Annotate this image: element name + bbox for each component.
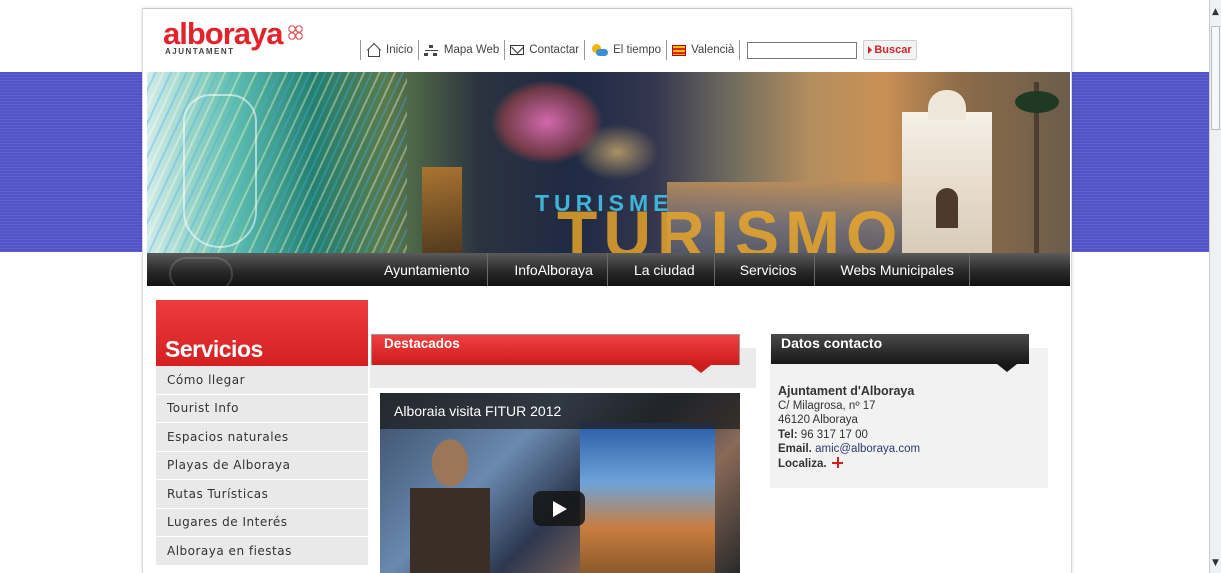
- topnav-label: Inicio: [386, 44, 413, 56]
- topnav-mapa-web[interactable]: Mapa Web: [422, 43, 501, 57]
- sidebar-item-como-llegar[interactable]: Cómo llegar: [156, 366, 368, 395]
- top-navigation: Inicio Mapa Web Contactar El tiempo Vale…: [357, 39, 917, 61]
- logo-mark-icon: [287, 25, 303, 40]
- play-icon[interactable]: [533, 491, 585, 526]
- divider: [417, 40, 419, 60]
- weather-icon: [590, 43, 609, 57]
- nav-decoration: [169, 257, 233, 291]
- mainnav-la-ciudad[interactable]: La ciudad: [608, 253, 714, 286]
- sidebar-item-playas[interactable]: Playas de Alboraya: [156, 451, 368, 480]
- sidebar-header: Servicios: [156, 300, 368, 366]
- mainnav-ayuntamiento[interactable]: Ayuntamiento: [373, 253, 487, 286]
- contact-details: Ajuntament d'Alboraya C/ Milagrosa, nº 1…: [778, 384, 920, 471]
- mainnav-label: Ayuntamiento: [384, 261, 470, 278]
- sidebar: Servicios Cómo llegar Tourist Info Espac…: [156, 300, 368, 573]
- banner-title-large: TURISMO: [557, 197, 904, 253]
- sitemap-icon: [423, 43, 439, 57]
- contact-org: Ajuntament d'Alboraya: [778, 384, 915, 398]
- mainnav-webs-municipales[interactable]: Webs Municipales: [815, 253, 968, 286]
- arrow-right-icon: [868, 46, 873, 54]
- contact-city: 46120 Alboraya: [778, 414, 858, 426]
- destacados-section: Destacados Alboraia visita FITUR 2012: [370, 330, 756, 573]
- contact-title: Datos contacto: [781, 335, 883, 351]
- sidebar-item-espacios-naturales[interactable]: Espacios naturales: [156, 423, 368, 452]
- sidebar-item-label: Rutas Turísticas: [167, 486, 269, 501]
- banner-palm-tree: [1002, 82, 1070, 253]
- topnav-contactar[interactable]: Contactar: [508, 44, 581, 56]
- sidebar-item-tourist-info[interactable]: Tourist Info: [156, 394, 368, 423]
- video-title: Alboraia visita FITUR 2012: [394, 403, 562, 419]
- contact-phone: Tel: 96 317 17 00: [778, 428, 920, 443]
- home-icon: [366, 43, 381, 57]
- flag-icon: [672, 44, 687, 56]
- divider: [360, 40, 361, 60]
- scroll-up-icon[interactable]: ▲: [1211, 6, 1220, 18]
- contact-address: C/ Milagrosa, nº 17: [778, 399, 876, 412]
- sidebar-item-label: Playas de Alboraya: [167, 458, 291, 473]
- topnav-inicio[interactable]: Inicio: [364, 43, 415, 57]
- banner-chapel: [902, 90, 992, 253]
- contact-locate: Localiza.: [778, 456, 920, 472]
- email-link[interactable]: amic@alboraya.com: [815, 443, 920, 455]
- search-button-label: Buscar: [874, 44, 912, 56]
- mainnav-servicios[interactable]: Servicios: [715, 253, 815, 286]
- destacados-title: Destacados: [384, 336, 460, 351]
- video-player[interactable]: Alboraia visita FITUR 2012: [380, 393, 740, 573]
- logo-text: alboraya: [163, 16, 284, 51]
- scroll-down-icon[interactable]: ▼: [1211, 557, 1220, 569]
- town-seal-icon: [183, 94, 257, 248]
- search-button[interactable]: Buscar: [863, 40, 917, 60]
- mainnav-infoalboraya[interactable]: InfoAlboraya: [488, 253, 607, 286]
- video-scene-person: [410, 433, 490, 573]
- phone-value: 96 317 17 00: [800, 428, 868, 441]
- video-title-bar[interactable]: Alboraia visita FITUR 2012: [380, 393, 740, 429]
- sidebar-item-fiestas[interactable]: Alboraya en fiestas: [156, 537, 368, 566]
- banner-building: [422, 167, 462, 253]
- search-input[interactable]: [747, 41, 858, 59]
- divider: [504, 40, 506, 60]
- mainnav-label: InfoAlboraya: [514, 261, 593, 278]
- tab-notch: [691, 365, 711, 373]
- email-label: Email.: [778, 443, 812, 455]
- mainnav-label: Servicios: [739, 261, 797, 278]
- topnav-label: El tiempo: [613, 44, 662, 56]
- topnav-label: Mapa Web: [443, 44, 500, 56]
- main-navigation: Ayuntamiento InfoAlboraya La ciudad Serv…: [147, 253, 1070, 291]
- sidebar-item-label: Alboraya en fiestas: [167, 543, 292, 558]
- topnav-el-tiempo[interactable]: El tiempo: [588, 43, 663, 57]
- divider: [584, 40, 586, 60]
- topnav-valencia[interactable]: Valencià: [670, 44, 736, 56]
- sidebar-menu: Cómo llegar Tourist Info Espacios natura…: [156, 366, 368, 566]
- sidebar-item-label: Espacios naturales: [167, 429, 289, 444]
- divider: [739, 40, 741, 60]
- header-banner: TURISME TURISMO: [147, 72, 1070, 253]
- page-container: alboraya AJUNTAMENT Inicio Mapa Web Cont…: [142, 8, 1072, 573]
- phone-label: Tel:: [778, 428, 798, 441]
- mainnav-label: Webs Municipales: [840, 261, 954, 278]
- sidebar-title: Servicios: [165, 336, 263, 362]
- scrollbar-thumb[interactable]: [1211, 26, 1220, 130]
- sidebar-item-label: Lugares de Interés: [167, 515, 288, 530]
- site-logo[interactable]: alboraya AJUNTAMENT: [163, 16, 303, 56]
- destacados-header: Destacados: [371, 334, 740, 373]
- sidebar-item-rutas[interactable]: Rutas Turísticas: [156, 480, 368, 509]
- contact-email: Email. amic@alboraya.com: [778, 442, 920, 457]
- mail-icon: [510, 45, 525, 55]
- sidebar-item-label: Tourist Info: [167, 401, 239, 416]
- tab-notch: [997, 364, 1017, 372]
- contact-header: Datos contacto: [771, 334, 1029, 372]
- mainnav-label: La ciudad: [633, 261, 695, 278]
- sidebar-item-label: Cómo llegar: [167, 372, 246, 387]
- topnav-label: Valencià: [691, 44, 735, 56]
- locate-map-icon[interactable]: [831, 456, 843, 468]
- divider: [968, 253, 970, 286]
- contact-section: Datos contacto Ajuntament d'Alboraya C/ …: [770, 330, 1048, 490]
- site-header: alboraya AJUNTAMENT Inicio Mapa Web Cont…: [143, 8, 1071, 73]
- video-scene-poster: [580, 423, 715, 573]
- topnav-label: Contactar: [529, 44, 580, 56]
- sidebar-item-lugares[interactable]: Lugares de Interés: [156, 508, 368, 537]
- locate-label: Localiza.: [778, 457, 827, 470]
- vertical-scrollbar[interactable]: ▲ ▼: [1209, 0, 1221, 573]
- divider: [666, 40, 668, 60]
